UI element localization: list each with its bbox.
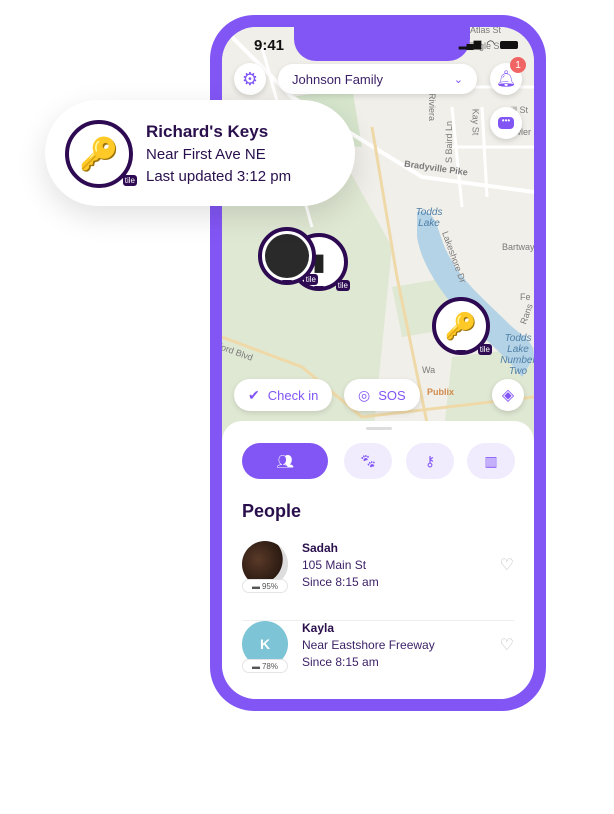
map-label: Atlas St <box>470 27 502 35</box>
chevron-down-icon: ⌄ <box>453 73 463 86</box>
map-label: S Baird Ln <box>444 120 455 164</box>
battery-badge: ▬ 95% <box>242 579 288 593</box>
heart-icon[interactable]: ♡ <box>500 555 514 575</box>
map-label: Fe <box>520 292 531 302</box>
map-label: Kay St <box>470 108 481 136</box>
location-check-icon: ✔ <box>248 386 260 403</box>
keys-pin[interactable]: 🔑 tile <box>432 297 492 355</box>
person-row[interactable]: K ▬ 78% Kayla Near Eastshore Freeway Sinc… <box>242 621 514 699</box>
person-name: Kayla <box>302 621 335 635</box>
tile-badge: tile <box>335 280 350 291</box>
battery-badge: ▬ 78% <box>242 659 288 673</box>
person-name: Sadah <box>302 541 339 555</box>
item-card[interactable]: 🔑 tile Richard's Keys Near First Ave NE … <box>45 100 355 206</box>
signal-icon: ▂▄▆ <box>458 39 482 50</box>
map-label: Bartway Dr <box>502 242 534 252</box>
tab-people[interactable]: 👥︎ <box>242 443 328 479</box>
person-row[interactable]: ▬ 95% Sadah 105 Main St Since 8:15 am ♡ <box>242 541 514 621</box>
sos-label: SOS <box>378 387 406 403</box>
check-in-button[interactable]: ✔ Check in <box>234 379 333 411</box>
dog-pin[interactable]: tile <box>258 227 318 285</box>
tab-pets[interactable]: 🐾︎ <box>344 443 392 479</box>
messages-button[interactable]: ••• <box>490 107 522 139</box>
person-since: Since 8:15 am <box>302 655 379 669</box>
lake-label: Todds Lake Number Two <box>500 333 534 377</box>
notch <box>294 27 470 61</box>
key-icon: ⚷ <box>424 452 436 469</box>
gear-icon: ⚙ <box>241 68 259 89</box>
battery-level: 78% <box>261 661 278 671</box>
people-icon: 👥︎ <box>276 452 294 469</box>
item-updated: Last updated 3:12 pm <box>146 168 292 185</box>
person-location: 105 Main St <box>302 558 367 572</box>
map-label-publix: Publix <box>427 387 455 397</box>
bottom-sheet: 👥︎ 🐾︎ ⚷ ▥ People ▬ 95% Sadah 105 Main St … <box>222 421 534 699</box>
family-name: Johnson Family <box>292 71 384 87</box>
status-time: 9:41 <box>254 37 285 54</box>
bell-icon: 🔔︎ <box>495 71 517 88</box>
tab-buildings[interactable]: ▥ <box>467 443 515 479</box>
lake-label: Todds Lake <box>415 207 443 229</box>
tile-badge: tile <box>477 344 492 355</box>
dog-photo <box>265 234 309 278</box>
sos-button[interactable]: ◎ SOS <box>344 379 420 411</box>
battery-level: 95% <box>261 581 278 591</box>
tab-keys[interactable]: ⚷ <box>406 443 454 479</box>
item-title: Richard's Keys <box>146 122 269 141</box>
map-label: Wa <box>422 365 436 375</box>
building-icon: ▥ <box>484 452 498 469</box>
status-icons: ▂▄▆ ◠ <box>459 39 518 50</box>
map-label: Riviera <box>427 92 438 122</box>
battery-icon: ▬ <box>251 581 260 591</box>
sheet-handle[interactable] <box>366 427 392 430</box>
check-in-label: Check in <box>267 387 319 403</box>
paw-icon: 🐾︎ <box>359 452 377 469</box>
settings-button[interactable]: ⚙ <box>234 63 266 95</box>
item-icon: 🔑 tile <box>65 120 137 188</box>
battery-icon <box>500 40 518 49</box>
person-location: Near Eastshore Freeway <box>302 638 435 652</box>
section-heading: People <box>242 501 302 521</box>
notification-badge: 1 <box>510 57 526 73</box>
person-since: Since 8:15 am <box>302 575 379 589</box>
battery-icon: ▬ <box>251 661 260 671</box>
keys-icon: 🔑 <box>444 310 478 341</box>
layers-icon: ◈ <box>501 387 515 404</box>
tile-badge: tile <box>303 274 318 285</box>
map-layers-button[interactable]: ◈ <box>492 379 524 411</box>
family-selector[interactable]: Johnson Family ⌄ <box>278 64 477 94</box>
lifebuoy-icon: ◎ <box>358 386 371 403</box>
heart-icon[interactable]: ♡ <box>500 635 514 655</box>
wifi-icon: ◠ <box>486 39 495 50</box>
tile-badge: tile <box>122 175 137 186</box>
notifications-button[interactable]: 🔔︎ 1 <box>490 57 526 95</box>
keys-icon: 🔑 <box>79 136 119 172</box>
chat-icon: ••• <box>498 117 514 129</box>
item-location: Near First Ave NE <box>146 146 266 163</box>
